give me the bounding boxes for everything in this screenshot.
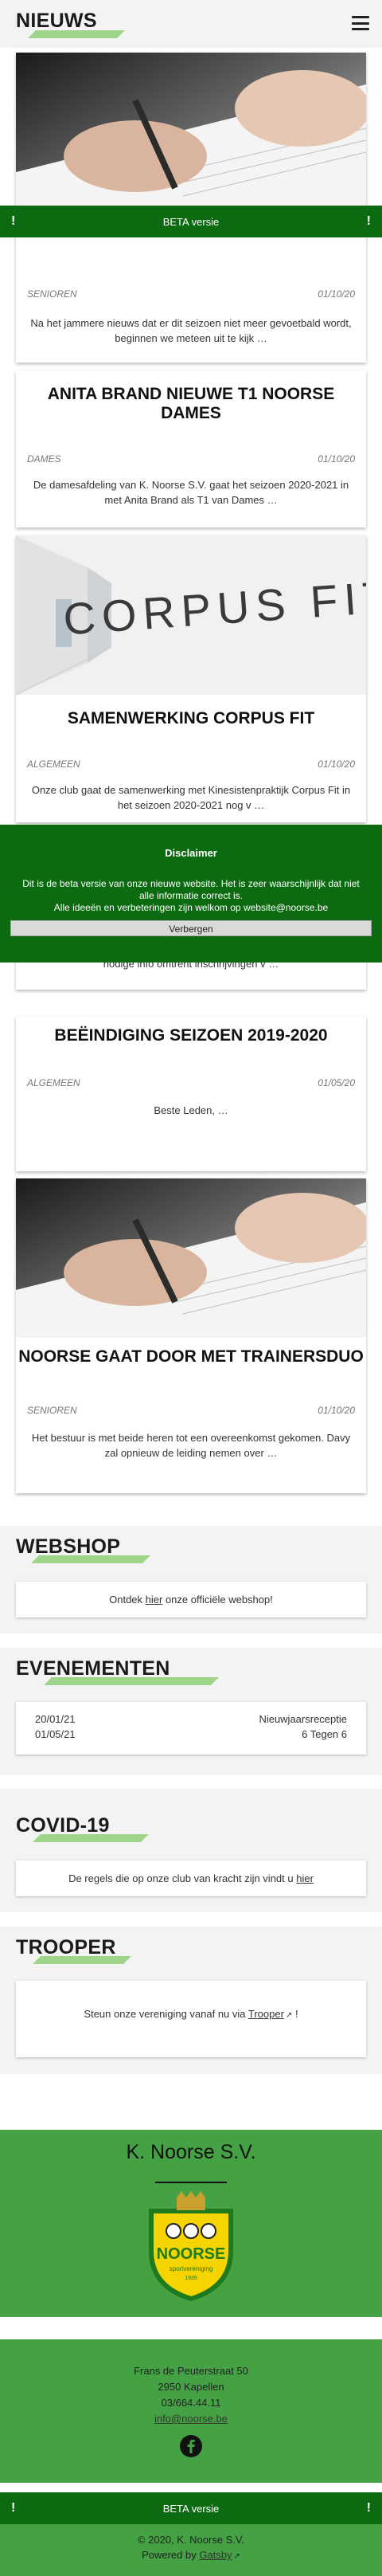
beta-banner: ! BETA versie ! bbox=[0, 206, 382, 237]
hide-disclaimer-button[interactable]: Verbergen bbox=[10, 920, 372, 936]
webshop-text-end: onze officiële webshop! bbox=[162, 1594, 273, 1606]
site-header: NIEUWS bbox=[0, 0, 382, 48]
covid-box: De regels die op onze club van kracht zi… bbox=[16, 1860, 366, 1896]
webshop-box: Ontdek hier onze officiële webshop! bbox=[16, 1582, 366, 1617]
trooper-box: Steun onze vereniging vanaf nu via Troop… bbox=[16, 1981, 366, 2057]
news-excerpt: Onze club gaat de samenwerking met Kines… bbox=[31, 784, 351, 811]
copyright: © 2020, K. Noorse S.V. bbox=[137, 2534, 245, 2546]
news-title: SAMENWERKING CORPUS FIT bbox=[67, 709, 315, 727]
news-excerpt: Beste Leden, … bbox=[154, 1104, 228, 1116]
news-card[interactable]: CORPUS FIT SAMENWERKING CORPUS FIT ALGEM… bbox=[16, 535, 366, 822]
news-date: 01/10/20 bbox=[318, 1405, 355, 1416]
news-date: 01/05/20 bbox=[318, 1077, 355, 1088]
trooper-section: TROOPER Steun onze vereniging vanaf nu v… bbox=[0, 1927, 382, 2074]
webshop-link[interactable]: hier bbox=[146, 1594, 163, 1606]
page-title: NIEUWS bbox=[16, 10, 97, 32]
news-category: ALGEMEEN bbox=[27, 759, 80, 770]
trooper-title: TROOPER bbox=[16, 1936, 116, 1958]
powered-by: Powered by bbox=[142, 2549, 200, 2561]
trooper-text-end: ! bbox=[292, 2008, 298, 2020]
club-logo: NOORSE sportvereniging 1935 bbox=[149, 2191, 233, 2302]
webshop-section: WEBSHOP Ontdek hier onze officiële websh… bbox=[0, 1526, 382, 1633]
gatsby-link[interactable]: Gatsby bbox=[199, 2549, 232, 2561]
copyright-bar: © 2020, K. Noorse S.V. Powered by Gatsby… bbox=[0, 2524, 382, 2576]
alert-icon: ! bbox=[11, 2501, 16, 2515]
news-title: ANITA BRAND NIEUWE T1 NOORSE DAMES bbox=[47, 385, 335, 422]
club-name: K. Noorse S.V. bbox=[126, 2141, 256, 2163]
footer-club: K. Noorse S.V. NOORSE sportvereniging 19… bbox=[0, 2130, 382, 2317]
news-card[interactable]: ANITA BRAND NIEUWE T1 NOORSE DAMES DAMES… bbox=[16, 371, 366, 527]
external-link-icon: ↗ bbox=[233, 2552, 240, 2561]
footer-contact: Frans de Peuterstraat 50 2950 Kapellen 0… bbox=[0, 2339, 382, 2483]
beta-label: BETA versie bbox=[162, 215, 220, 228]
event-row[interactable]: 01/05/21 6 Tegen 6 bbox=[16, 1725, 366, 1740]
news-image bbox=[16, 1178, 366, 1338]
events-title: EVENEMENTEN bbox=[16, 1657, 170, 1680]
phone[interactable]: 03/664.44.11 bbox=[0, 2395, 382, 2411]
news-category: SENIOREN bbox=[27, 1405, 77, 1416]
covid-text: De regels die op onze club van kracht zi… bbox=[68, 1872, 297, 1884]
disclaimer-panel: Disclaimer Dit is de beta versie van onz… bbox=[0, 825, 382, 963]
news-category: SENIOREN bbox=[27, 288, 77, 300]
address: Frans de Peuterstraat 50 bbox=[134, 2365, 248, 2377]
logo-text: NOORSE bbox=[157, 2245, 226, 2263]
trooper-link[interactable]: Trooper bbox=[248, 2008, 284, 2020]
covid-link[interactable]: hier bbox=[296, 1872, 314, 1884]
disclaimer-title: Disclaimer bbox=[165, 847, 217, 859]
news-title: BEËINDIGING SEIZOEN 2019-2020 bbox=[54, 1026, 328, 1045]
beta-label: BETA versie bbox=[162, 2502, 220, 2515]
event-date: 20/01/21 bbox=[35, 1713, 76, 1725]
news-card[interactable]: NOORSE GAAT DOOR MET TRAINERSDUO SENIORE… bbox=[16, 1178, 366, 1493]
facebook-icon[interactable] bbox=[180, 2435, 202, 2457]
beta-banner: ! BETA versie ! bbox=[0, 2492, 382, 2524]
city: 2950 Kapellen bbox=[158, 2381, 224, 2393]
news-card[interactable]: BEËINDIGING SEIZOEN 2019-2020 ALGEMEEN 0… bbox=[16, 1017, 366, 1171]
news-category: ALGEMEEN bbox=[27, 1077, 80, 1088]
trooper-text: Steun onze vereniging vanaf nu via bbox=[84, 2008, 248, 2020]
news-date: 01/10/20 bbox=[318, 288, 355, 300]
menu-icon[interactable] bbox=[352, 16, 369, 30]
event-row[interactable]: 20/01/21 Nieuwjaarsreceptie bbox=[16, 1702, 366, 1725]
news-date: 01/10/20 bbox=[318, 453, 355, 465]
webshop-text: Ontdek bbox=[109, 1594, 146, 1606]
news-title: NOORSE GAAT DOOR MET TRAINERSDUO bbox=[18, 1347, 364, 1366]
alert-icon: ! bbox=[366, 214, 371, 228]
disclaimer-contact: Alle ideeën en verbeteringen zijn welkom… bbox=[53, 902, 329, 913]
email-link[interactable]: info@noorse.be bbox=[0, 2411, 382, 2427]
divider bbox=[155, 2182, 227, 2183]
news-excerpt: Na het jammere nieuws dat er dit seizoen… bbox=[30, 317, 352, 344]
logo-subtext: sportvereniging bbox=[170, 2265, 213, 2272]
news-category: DAMES bbox=[27, 453, 61, 465]
covid-title: COVID-19 bbox=[16, 1814, 110, 1837]
alert-icon: ! bbox=[366, 2501, 371, 2515]
alert-icon: ! bbox=[11, 214, 16, 228]
event-date: 01/05/21 bbox=[35, 1728, 76, 1740]
event-name: 6 Tegen 6 bbox=[302, 1728, 347, 1740]
events-box: 20/01/21 Nieuwjaarsreceptie 01/05/21 6 T… bbox=[16, 1702, 366, 1755]
webshop-title: WEBSHOP bbox=[16, 1535, 121, 1558]
logo-year: 1935 bbox=[185, 2276, 197, 2281]
disclaimer-text: Dit is de beta versie van onze nieuwe we… bbox=[22, 878, 360, 901]
event-name: Nieuwjaarsreceptie bbox=[259, 1713, 347, 1725]
news-excerpt: Het bestuur is met beide heren tot een o… bbox=[31, 1432, 351, 1459]
news-date: 01/10/20 bbox=[318, 759, 355, 770]
news-excerpt: De damesafdeling van K. Noorse S.V. gaat… bbox=[33, 479, 349, 506]
news-image: CORPUS FIT bbox=[16, 535, 366, 695]
covid-section: COVID-19 De regels die op onze club van … bbox=[0, 1789, 382, 1912]
events-section: EVENEMENTEN 20/01/21 Nieuwjaarsreceptie … bbox=[0, 1648, 382, 1775]
